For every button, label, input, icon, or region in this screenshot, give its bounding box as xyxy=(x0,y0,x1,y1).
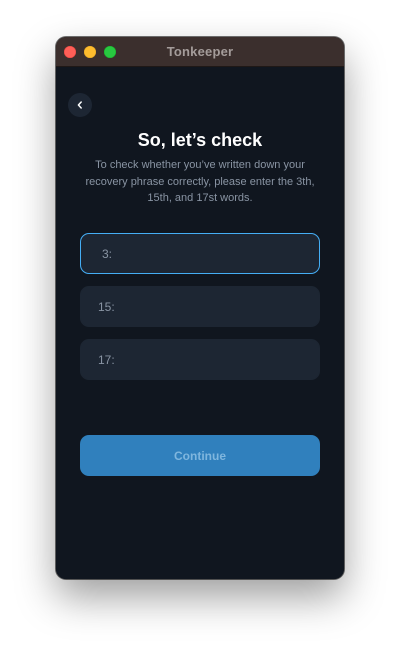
page-title: So, let’s check xyxy=(137,130,263,150)
back-button[interactable] xyxy=(68,93,92,117)
app-window: Tonkeeper So, let’s check To check wheth… xyxy=(56,37,344,579)
word-field-3[interactable]: 17: xyxy=(80,339,320,380)
page-subtitle: To check whether you’ve written down you… xyxy=(85,159,315,204)
check-phrase-screen: So, let’s check To check whether you’ve … xyxy=(56,67,344,579)
chevron-left-icon xyxy=(77,101,82,109)
word-input-1[interactable] xyxy=(118,245,319,262)
word-field-label: 3: xyxy=(102,246,113,261)
window-titlebar[interactable]: Tonkeeper xyxy=(56,37,344,67)
word-field-1[interactable]: 3: xyxy=(80,233,320,274)
word-input-3[interactable] xyxy=(120,351,319,368)
word-input-2[interactable] xyxy=(120,298,319,315)
desktop-background: Tonkeeper So, let’s check To check wheth… xyxy=(0,0,400,653)
word-field-label: 15: xyxy=(98,299,115,314)
window-title: Tonkeeper xyxy=(166,44,234,59)
word-field-2[interactable]: 15: xyxy=(80,286,320,327)
continue-button[interactable]: Continue xyxy=(80,435,320,476)
word-field-label: 17: xyxy=(98,352,115,367)
